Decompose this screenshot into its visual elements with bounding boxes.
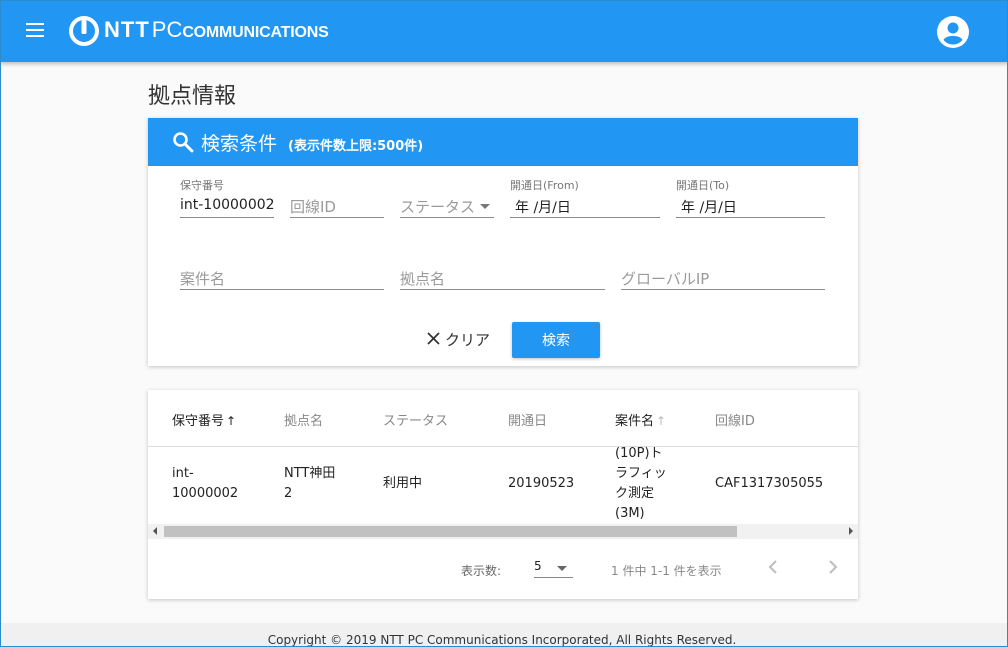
brand-logo[interactable]: NTTPCCOMMUNICATIONS — [104, 17, 329, 45]
global-ip-placeholder: グローバルIP — [621, 270, 710, 288]
column-header-site-name[interactable]: 拠点名 — [284, 410, 323, 429]
column-header-label: 案件名 — [615, 414, 655, 429]
app-bar: NTTPCCOMMUNICATIONS — [0, 0, 1008, 62]
open-date-from-label: 開通日(From) — [510, 179, 579, 192]
pagination-bar: 表示数: 5 1 件中 1-1 件を表示 — [148, 540, 858, 599]
open-date-to-label: 開通日(To) — [676, 179, 730, 192]
brand-ntt: NTT — [104, 17, 150, 42]
column-header-case-name[interactable]: 案件名 ↑ — [615, 410, 666, 429]
search-panel-title: 検索条件 — [201, 133, 278, 155]
case-name-placeholder: 案件名 — [180, 270, 226, 288]
column-header-maintenance-no[interactable]: 保守番号 ↑ — [172, 410, 236, 429]
cell-site-name: NTT神田 2 — [284, 464, 335, 504]
cell-line: ラフィッ — [615, 466, 667, 481]
rows-per-page-value: 5 — [534, 559, 542, 573]
chevron-down-icon — [480, 204, 490, 209]
cell-line: NTT神田 — [284, 466, 336, 481]
results-table: 保守番号 ↑ 拠点名 ステータス 開通日 案件名 ↑ 回線ID int- 10000… — [148, 390, 858, 599]
copyright-text: Copyright © 2019 NTT PC Communications I… — [267, 633, 737, 647]
open-date-to-value: 年 /月/日 — [681, 200, 737, 216]
header-divider — [148, 446, 858, 447]
search-panel: 検索条件 (表示件数上限:500件) 保守番号 int-10000002 回線I… — [148, 118, 858, 366]
column-header-open-date[interactable]: 開通日 — [508, 410, 547, 429]
cell-line: 2 — [284, 486, 293, 501]
column-header-label: 保守番号 — [172, 414, 225, 429]
maintenance-no-label: 保守番号 — [180, 179, 224, 192]
cell-line: (3M) — [615, 506, 645, 521]
cell-open-date: 20190523 — [508, 476, 575, 491]
site-name-field[interactable]: 拠点名 — [400, 268, 605, 290]
sort-arrow-up-icon: ↑ — [656, 414, 667, 428]
cell-line: int- — [172, 466, 194, 481]
account-icon[interactable] — [936, 15, 970, 49]
status-select[interactable]: ステータス — [400, 196, 494, 218]
cell-case-name: (10P)ト ラフィッ ク測定 (3M) — [615, 444, 667, 524]
ntt-logo-icon — [69, 16, 99, 46]
site-footer: Copyright © 2019 NTT PC Communications I… — [0, 623, 1008, 647]
open-date-from-value: 年 /月/日 — [515, 200, 571, 216]
column-header-line-id[interactable]: 回線ID — [715, 410, 755, 429]
search-icon — [173, 132, 194, 153]
open-date-to-field[interactable]: 開通日(To) 年 /月/日 — [676, 179, 825, 218]
status-placeholder: ステータス — [400, 198, 476, 216]
brand-communications: COMMUNICATIONS — [182, 24, 329, 41]
cell-status: 利用中 — [383, 476, 423, 491]
global-ip-field[interactable]: グローバルIP — [621, 268, 825, 290]
column-header-status[interactable]: ステータス — [383, 410, 448, 429]
search-panel-header: 検索条件 (表示件数上限:500件) — [148, 118, 858, 166]
cell-line-id: CAF1317305055 — [715, 476, 824, 491]
search-limit-note: (表示件数上限:500件) — [288, 139, 424, 154]
cell-line: (10P)ト — [615, 446, 663, 461]
rows-per-page-select[interactable]: 5 — [534, 556, 573, 578]
chevron-down-icon — [557, 566, 567, 571]
search-button[interactable]: 検索 — [512, 322, 600, 358]
cell-maintenance-no: int- 10000002 — [172, 464, 238, 504]
scrollbar-thumb[interactable] — [164, 526, 737, 537]
prev-page-icon[interactable] — [764, 557, 784, 577]
rows-per-page-label: 表示数: — [461, 564, 502, 578]
pagination-range: 1 件中 1-1 件を表示 — [611, 564, 722, 578]
cell-line: ク測定 — [615, 486, 655, 501]
cell-line: 10000002 — [172, 486, 239, 501]
next-page-icon[interactable] — [822, 557, 842, 577]
page-title: 拠点情報 — [148, 84, 237, 109]
maintenance-no-value: int-10000002 — [180, 197, 275, 213]
sort-arrow-up-icon: ↑ — [226, 414, 237, 428]
case-name-field[interactable]: 案件名 — [180, 268, 384, 290]
maintenance-no-field[interactable]: 保守番号 int-10000002 — [180, 179, 275, 218]
line-id-placeholder: 回線ID — [290, 198, 336, 216]
horizontal-scrollbar[interactable] — [148, 524, 858, 539]
scroll-left-icon[interactable] — [153, 527, 157, 535]
close-icon — [427, 332, 440, 345]
open-date-from-field[interactable]: 開通日(From) 年 /月/日 — [510, 179, 660, 218]
line-id-field[interactable]: 回線ID — [290, 196, 384, 218]
brand-pc: PC — [151, 17, 183, 42]
menu-icon[interactable] — [24, 20, 48, 40]
scroll-right-icon[interactable] — [849, 527, 853, 535]
clear-button-label: クリア — [445, 331, 491, 349]
site-name-placeholder: 拠点名 — [400, 270, 446, 288]
